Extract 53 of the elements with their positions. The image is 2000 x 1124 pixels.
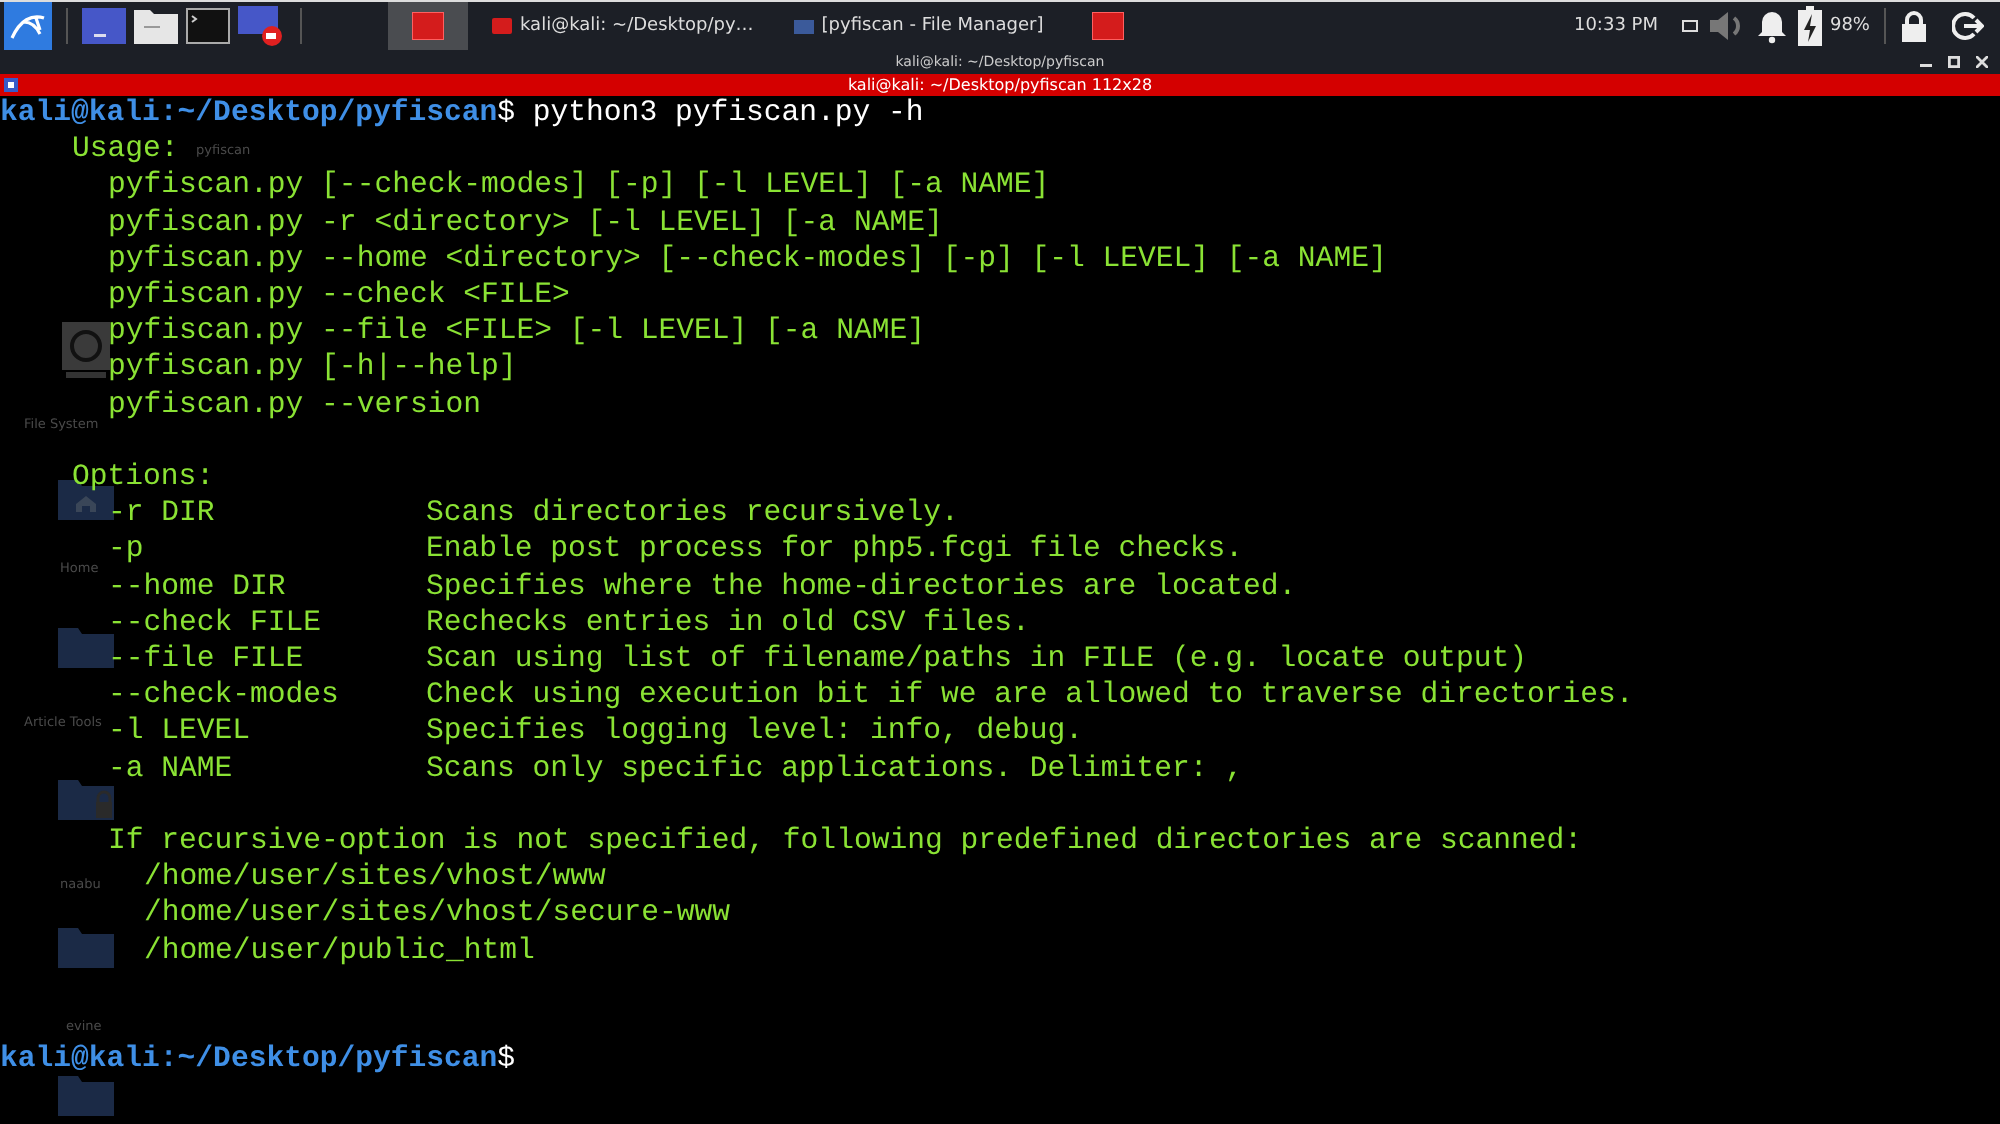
usage-line: pyfiscan.py [--check-modes] [-p] [-l LEVEL] [-a NAME] — [108, 168, 1050, 206]
window-icon — [1091, 12, 1124, 40]
terminal-icon[interactable] — [186, 8, 230, 44]
option-description: Scan using list of filename/paths in FILE (e.g. locate output) — [426, 642, 1528, 679]
folder-icon[interactable] — [134, 8, 178, 44]
option-description: Enable post process for php5.fcgi file checks. — [426, 532, 1243, 570]
usage-line: pyfiscan.py [-h|--help] — [108, 350, 517, 388]
note-text: If recursive-option is not specified, following predefined directories are scanned: — [108, 824, 1583, 861]
taskbar-window-button[interactable] — [388, 2, 468, 50]
screen-recorder-icon[interactable] — [238, 6, 286, 46]
usage-line: pyfiscan.py --check <FILE> — [108, 278, 570, 315]
terminal-menu-icon[interactable] — [4, 78, 18, 92]
option-name: --home DIR — [108, 569, 288, 606]
prompt-line: kali@kali:~/Desktop/pyfiscan$ python3 pyfiscan.py -h — [0, 96, 924, 133]
lock-icon[interactable] — [1900, 10, 1928, 42]
usage-line: pyfiscan.py --version — [108, 387, 481, 424]
volume-icon[interactable] — [1705, 8, 1746, 44]
battery-percentage[interactable]: 98% — [1829, 16, 1870, 36]
option-description: Rechecks entries in old CSV files. — [426, 605, 1030, 643]
option-name: --file FILE — [108, 642, 306, 679]
option-name: -p — [108, 532, 146, 570]
notification-bell-icon[interactable] — [1753, 8, 1790, 44]
close-icon[interactable] — [1976, 56, 1988, 68]
option-description: Scans only specific applications. Delimiter: , — [426, 751, 1243, 788]
usage-line: pyfiscan.py --file <FILE> [-l LEVEL] [-a NAME] — [108, 314, 925, 351]
directory-path: /home/user/sites/vhost/secure-www — [144, 896, 731, 934]
screen-icon[interactable] — [1681, 20, 1698, 32]
window-icon — [412, 12, 444, 40]
usage-line: pyfiscan.py --home <directory> [--check-modes] [-p] [-l LEVEL] [-a NAME] — [108, 241, 1387, 279]
option-description: Scans directories recursively. — [426, 496, 959, 533]
maximize-icon[interactable] — [1948, 56, 1960, 68]
kali-logo-icon[interactable] — [4, 2, 52, 50]
battery-charging-icon[interactable] — [1797, 6, 1822, 46]
option-name: -a NAME — [108, 751, 235, 788]
option-description: Specifies logging level: info, debug. — [426, 714, 1084, 752]
option-name: -r DIR — [108, 496, 217, 533]
logout-icon[interactable] — [1952, 10, 1984, 42]
clock[interactable]: 10:33 PM — [1573, 16, 1658, 36]
directory-path: /home/user/sites/vhost/www — [144, 860, 606, 897]
usage-heading: Usage: — [72, 132, 179, 169]
prompt-line: kali@kali:~/Desktop/pyfiscan$ — [0, 1042, 516, 1079]
folder-icon — [793, 19, 814, 33]
option-description: Specifies where the home-directories are located. — [426, 569, 1297, 606]
option-name: --check-modes — [108, 678, 341, 715]
option-name: --check FILE — [108, 605, 324, 643]
terminal-icon — [492, 18, 512, 34]
desktop-icon[interactable] — [82, 8, 126, 44]
usage-line: pyfiscan.py -r <directory> [-l LEVEL] [-a NAME] — [108, 205, 943, 242]
option-description: Check using execution bit if we are allowed to traverse directories. — [426, 678, 1634, 715]
directory-path: /home/user/public_html — [144, 933, 535, 970]
terminal-title: kali@kali: ~/Desktop/pyfiscan 112x28 — [847, 76, 1153, 94]
option-name: -l LEVEL — [108, 714, 253, 752]
options-heading: Options: — [72, 460, 215, 497]
